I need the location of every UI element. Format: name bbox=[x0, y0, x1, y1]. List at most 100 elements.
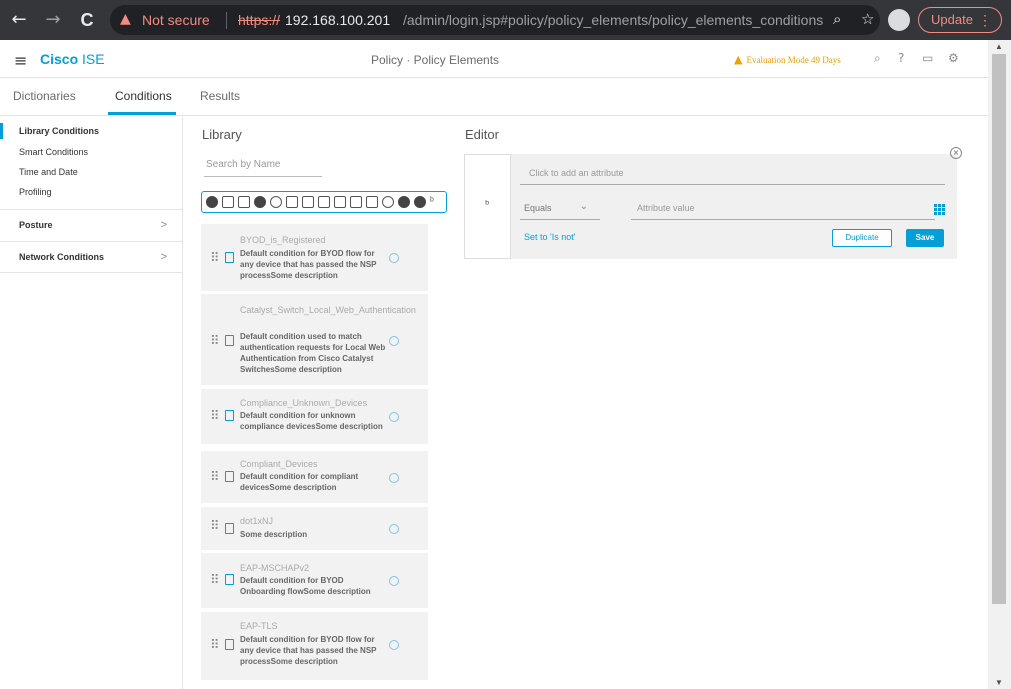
info-icon[interactable] bbox=[389, 524, 399, 534]
grid-icon[interactable] bbox=[934, 204, 945, 215]
save-button[interactable]: Save bbox=[906, 229, 944, 247]
warning-icon: ▲ bbox=[734, 53, 743, 66]
condition-card[interactable]: Catalyst_Switch_Local_Web_Authentication… bbox=[201, 294, 428, 385]
globe-icon[interactable] bbox=[270, 196, 282, 208]
url-path: /admin/login.jsp#policy/policy_elements/… bbox=[403, 12, 823, 28]
email-icon[interactable] bbox=[334, 196, 346, 208]
info-icon[interactable] bbox=[389, 336, 399, 346]
condition-card[interactable]: Compliant_Devices ⠿ Default condition fo… bbox=[201, 451, 428, 503]
url-host: 192.168.100.201 bbox=[285, 12, 391, 28]
drag-handle-icon[interactable]: ⠿ bbox=[210, 638, 219, 653]
info-icon[interactable] bbox=[389, 253, 399, 263]
help-icon[interactable]: ? bbox=[898, 51, 904, 65]
evaluation-badge[interactable]: ▲ Evaluation Mode 49 Days bbox=[734, 53, 841, 66]
duplicate-button[interactable]: Duplicate bbox=[832, 229, 892, 247]
condition-card[interactable]: dot1xNJ ⠿ Some description bbox=[201, 507, 428, 550]
set-is-not-link[interactable]: Set to 'Is not' bbox=[524, 232, 575, 242]
reload-icon[interactable]: C bbox=[76, 9, 98, 31]
menu-dots-icon: ⋮ bbox=[978, 12, 992, 28]
drag-handle-icon[interactable]: ⠿ bbox=[210, 334, 219, 349]
tab-conditions[interactable]: Conditions bbox=[115, 89, 172, 103]
not-secure-label[interactable]: Not secure bbox=[142, 12, 210, 28]
sidebar-item-time-and-date[interactable]: Time and Date bbox=[0, 167, 182, 177]
gear-icon[interactable]: ⚙ bbox=[948, 51, 959, 65]
condition-description: Some description bbox=[240, 530, 308, 539]
address-bar[interactable]: ▲ Not secure https:// 192.168.100.201 /a… bbox=[110, 5, 880, 35]
dashboard-icon[interactable]: ▭ bbox=[922, 51, 933, 65]
scroll-up-icon[interactable]: ▲ bbox=[995, 42, 1003, 51]
drag-handle-icon[interactable]: ⠿ bbox=[210, 573, 219, 588]
drag-handle-icon[interactable]: ⠿ bbox=[210, 409, 219, 424]
condition-description: Default condition used to match authenti… bbox=[240, 332, 386, 374]
zoom-icon[interactable]: ⌕ bbox=[833, 10, 841, 28]
wifi-icon[interactable] bbox=[444, 196, 448, 208]
update-label: Update bbox=[931, 12, 973, 27]
editor-condition-type[interactable]: ᵇ bbox=[464, 154, 511, 259]
library-title: Library bbox=[202, 127, 242, 142]
page-scrollbar[interactable]: ▲ ▼ bbox=[988, 40, 1011, 689]
back-arrow-icon[interactable]: ← bbox=[8, 9, 30, 31]
condition-card[interactable]: BYOD_is_Registered ⠿ Default condition f… bbox=[201, 224, 428, 291]
user-icon[interactable] bbox=[398, 196, 410, 208]
scroll-down-icon[interactable]: ▼ bbox=[995, 678, 1003, 687]
star-icon[interactable]: ☆ bbox=[861, 10, 874, 28]
condition-card[interactable]: Compliance_Unknown_Devices ⠿ Default con… bbox=[201, 389, 428, 444]
logo-brand: Cisco bbox=[40, 51, 79, 67]
sidebar-group-network-conditions[interactable]: Network Conditions > bbox=[0, 241, 182, 273]
chevron-right-icon: > bbox=[160, 219, 167, 231]
app-logo[interactable]: Cisco ISE bbox=[40, 51, 105, 67]
condition-name: dot1xNJ bbox=[240, 516, 274, 526]
condition-card[interactable]: EAP-TLS ⠿ Default condition for BYOD flo… bbox=[201, 612, 428, 680]
document-icon[interactable] bbox=[366, 196, 378, 208]
condition-name: Compliance_Unknown_Devices bbox=[240, 398, 368, 408]
info-icon[interactable] bbox=[389, 640, 399, 650]
cloud-icon[interactable] bbox=[254, 196, 266, 208]
url-scheme: https:// bbox=[238, 12, 281, 28]
attribute-value-input[interactable]: Attribute value bbox=[631, 198, 935, 220]
clock-icon[interactable] bbox=[382, 196, 394, 208]
attribute-selector[interactable]: Click to add an attribute bbox=[520, 163, 945, 185]
sidebar-item-library-conditions[interactable]: Library Conditions bbox=[0, 123, 182, 139]
info-icon[interactable] bbox=[389, 412, 399, 422]
active-tab-indicator bbox=[108, 112, 176, 115]
monitor-icon[interactable] bbox=[302, 196, 314, 208]
sidebar-group-label: Network Conditions bbox=[19, 252, 104, 262]
form-icon[interactable] bbox=[222, 196, 234, 208]
condition-card[interactable]: EAP-MSCHAPv2 ⠿ Default condition for BYO… bbox=[201, 553, 428, 608]
drag-handle-icon[interactable]: ⠿ bbox=[210, 519, 219, 534]
document-icon bbox=[225, 471, 234, 482]
device-icon[interactable] bbox=[286, 196, 298, 208]
check-icon[interactable] bbox=[414, 196, 426, 208]
sidebar-item-profiling[interactable]: Profiling bbox=[0, 187, 182, 197]
evaluation-text: Evaluation Mode 49 Days bbox=[746, 55, 841, 65]
hamburger-menu-icon[interactable]: ≡ bbox=[14, 51, 27, 70]
tab-dictionaries[interactable]: Dictionaries bbox=[13, 89, 76, 103]
condition-description: Default condition for compliant devicesS… bbox=[240, 472, 359, 492]
drag-handle-icon[interactable]: ⠿ bbox=[210, 251, 219, 266]
info-icon[interactable] bbox=[389, 473, 399, 483]
tab-bar: Dictionaries Conditions Results bbox=[0, 78, 988, 116]
square-icon[interactable] bbox=[238, 196, 250, 208]
close-icon[interactable]: × bbox=[950, 147, 962, 159]
hierarchy-icon[interactable]: ᵇ bbox=[430, 196, 442, 208]
sidebar-group-posture[interactable]: Posture > bbox=[0, 209, 182, 241]
sidebar-item-smart-conditions[interactable]: Smart Conditions bbox=[0, 147, 182, 157]
operator-select[interactable]: Equals ⌄ bbox=[520, 198, 600, 220]
search-icon[interactable]: ⌕ bbox=[874, 51, 881, 66]
browser-toolbar: ← → C ▲ Not secure https:// 192.168.100.… bbox=[0, 0, 1011, 40]
condition-type-filter: ᵇ bbox=[201, 191, 447, 213]
update-button[interactable]: Update ⋮ bbox=[918, 7, 1002, 33]
drag-handle-icon[interactable]: ⠿ bbox=[210, 470, 219, 485]
scroll-thumb[interactable] bbox=[992, 54, 1006, 604]
info-icon[interactable] bbox=[389, 576, 399, 586]
network-icon[interactable] bbox=[318, 196, 330, 208]
edit-icon[interactable] bbox=[350, 196, 362, 208]
location-icon[interactable] bbox=[206, 196, 218, 208]
forward-arrow-icon[interactable]: → bbox=[42, 9, 64, 31]
sidebar-group-label: Posture bbox=[19, 220, 53, 230]
search-input[interactable]: Search by Name bbox=[204, 155, 322, 177]
chevron-down-icon: ⌄ bbox=[579, 201, 588, 212]
tab-results[interactable]: Results bbox=[200, 89, 240, 103]
document-icon bbox=[225, 574, 234, 585]
profile-avatar-icon[interactable] bbox=[888, 9, 910, 31]
